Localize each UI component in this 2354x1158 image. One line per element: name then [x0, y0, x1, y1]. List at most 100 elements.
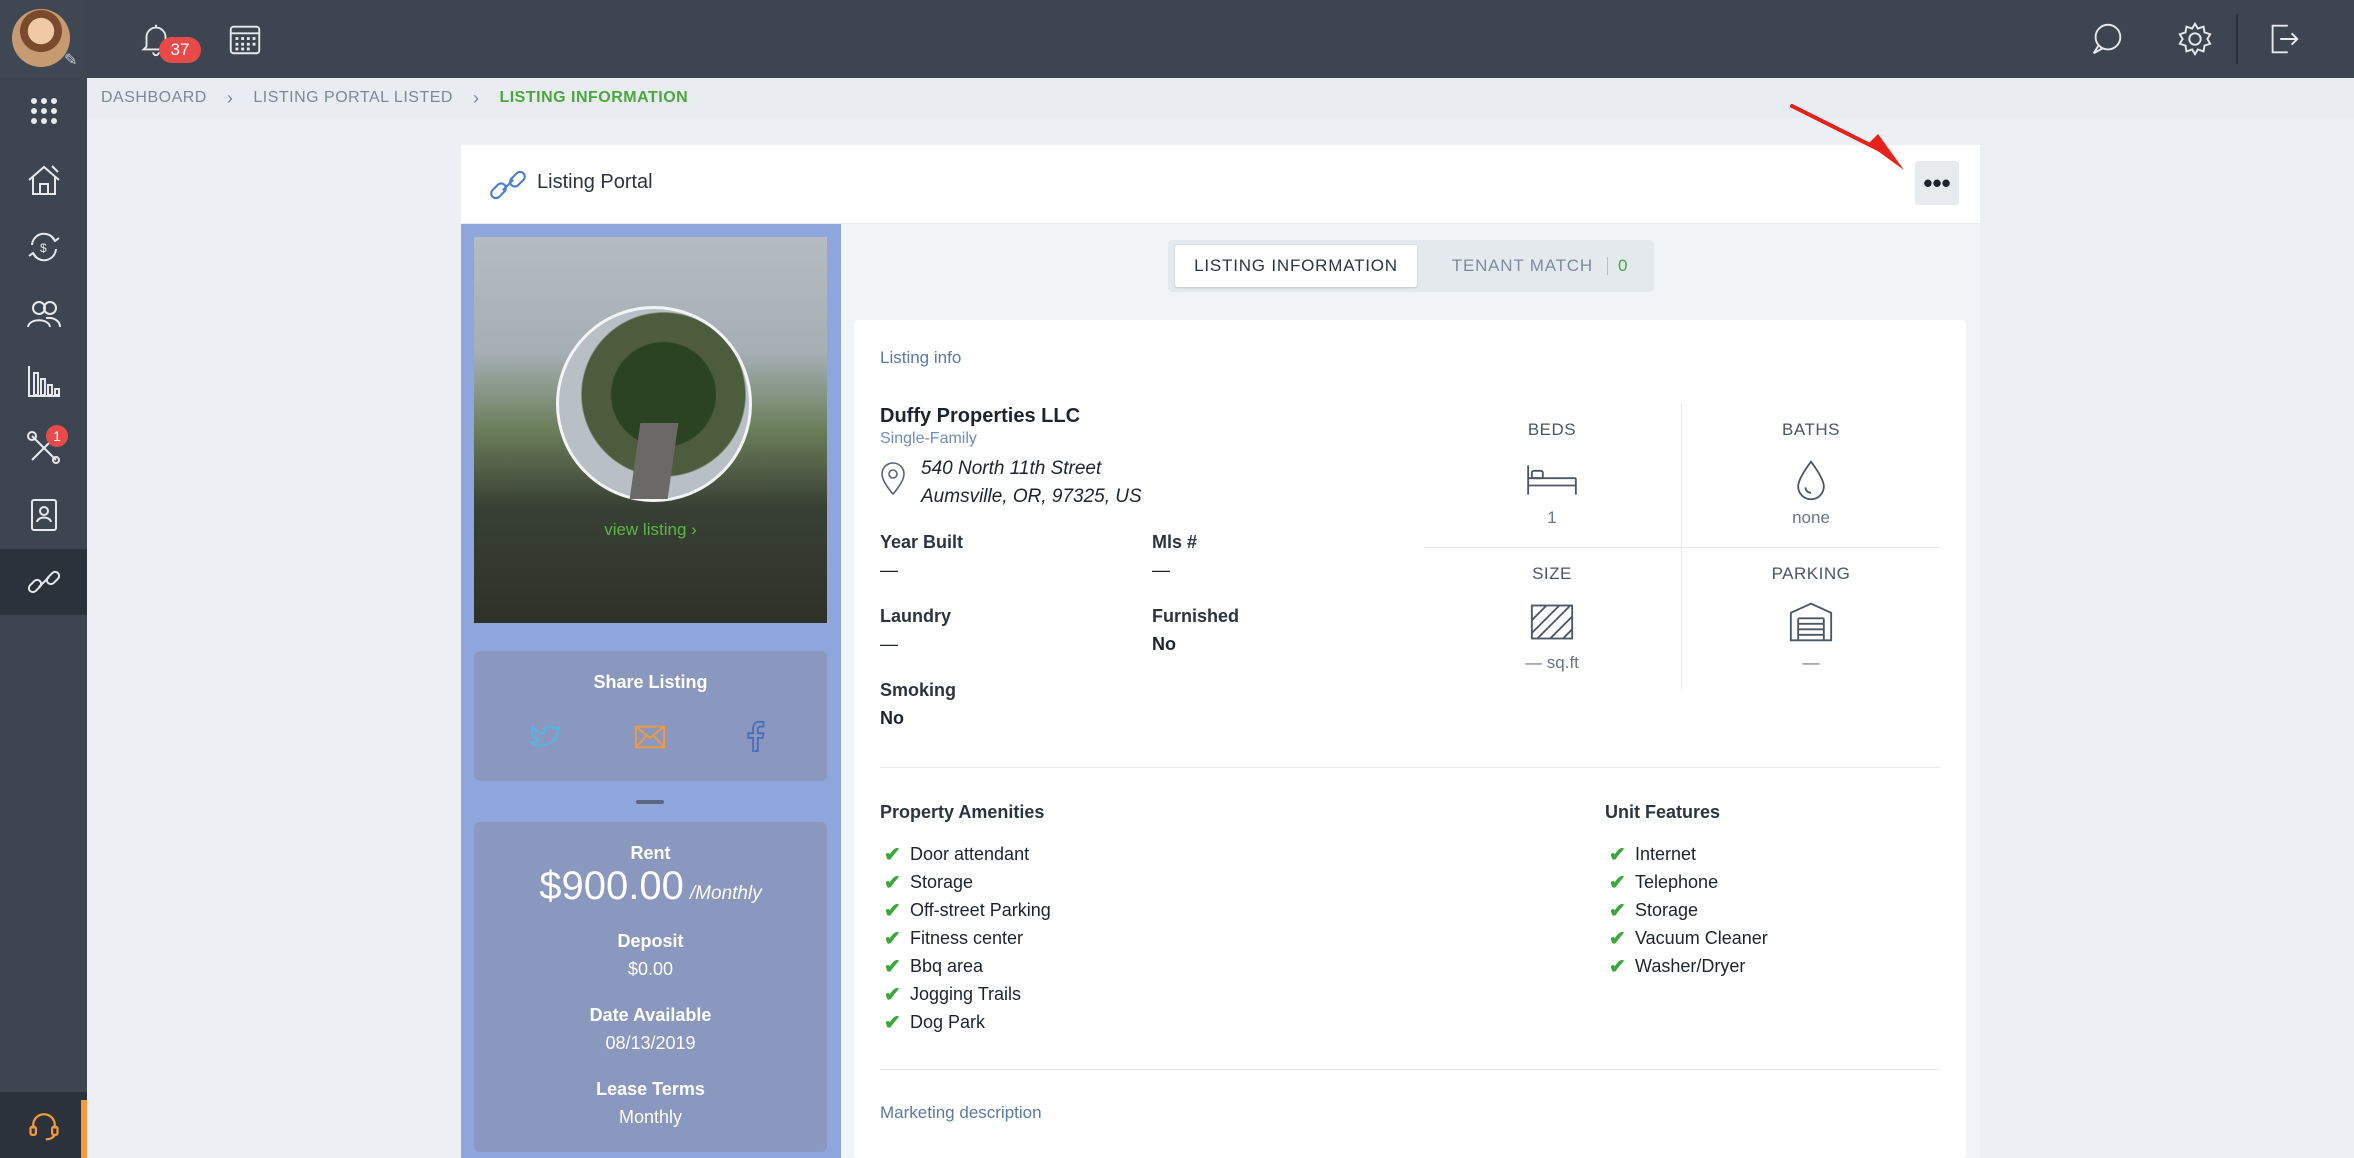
- breadcrumb-listing-portal-listed[interactable]: LISTING PORTAL LISTED: [253, 89, 453, 107]
- address-line-2: Aumsville, OR, 97325, US: [921, 486, 1142, 507]
- breadcrumb: DASHBOARD › LISTING PORTAL LISTED › LIST…: [87, 78, 2354, 118]
- mls-label: Mls #: [1152, 532, 1198, 552]
- feature-label: Storage: [1635, 899, 1699, 920]
- feature-label: Telephone: [1635, 871, 1719, 892]
- email-icon[interactable]: [632, 718, 668, 754]
- sidebar: ✎ $ 1: [0, 0, 87, 1158]
- card-title: Listing Portal: [537, 171, 653, 193]
- calendar-icon[interactable]: [223, 17, 267, 61]
- chat-icon[interactable]: [2085, 17, 2129, 61]
- tab-tenant-match-label: TENANT MATCH: [1451, 256, 1593, 275]
- feature-label: Vacuum Cleaner: [1635, 927, 1768, 948]
- mls-value: —: [1152, 560, 1170, 580]
- furnished-value: No: [1152, 634, 1176, 654]
- svg-text:$: $: [40, 241, 47, 255]
- list-item: ✔ Storage: [884, 868, 1051, 896]
- checkmark-icon: ✔: [884, 955, 901, 978]
- amenity-label: Jogging Trails: [910, 983, 1022, 1004]
- reports-icon[interactable]: [0, 348, 87, 414]
- divider: [880, 1069, 1940, 1070]
- area-size-icon: [1522, 598, 1582, 646]
- divider: [2236, 14, 2238, 64]
- list-item: ✔ Telephone: [1609, 868, 1768, 896]
- rent-period: /Monthly: [689, 883, 762, 904]
- rent-amount: $900.00: [539, 864, 684, 908]
- location-pin-icon: [880, 462, 906, 496]
- properties-icon[interactable]: [0, 147, 87, 213]
- checkmark-icon: ✔: [884, 1011, 901, 1034]
- more-options-button[interactable]: •••: [1915, 161, 1959, 205]
- list-item: ✔ Internet: [1609, 840, 1768, 868]
- apps-grid-icon[interactable]: [0, 78, 87, 144]
- address-line-1: 540 North 11th Street: [921, 458, 1102, 479]
- feature-label: Washer/Dryer: [1635, 955, 1746, 976]
- documents-icon[interactable]: [0, 482, 87, 548]
- divider: [880, 767, 1940, 768]
- chevron-right-icon: ›: [472, 87, 480, 108]
- property-amenities-list: ✔ Door attendant ✔ Storage ✔ Off-street Par…: [884, 840, 1051, 1036]
- user-menu[interactable]: ✎: [0, 0, 87, 78]
- list-item: ✔ Fitness center: [884, 924, 1051, 952]
- checkmark-icon: ✔: [1609, 843, 1626, 866]
- amenity-label: Dog Park: [910, 1011, 986, 1032]
- lease-terms-label: Lease Terms: [596, 1079, 705, 1099]
- tenant-match-count: 0: [1617, 256, 1629, 275]
- feature-label: Internet: [1635, 843, 1697, 864]
- owner-name: Duffy Properties LLC: [880, 405, 1081, 427]
- date-available-value: 08/13/2019: [605, 1033, 696, 1053]
- share-listing-title: Share Listing: [593, 672, 708, 692]
- view-listing-link[interactable]: view listing ›: [474, 520, 827, 540]
- drag-handle[interactable]: [636, 800, 664, 804]
- avatar[interactable]: [12, 9, 70, 67]
- checkmark-icon: ✔: [884, 927, 901, 950]
- checkmark-icon: ✔: [884, 871, 901, 894]
- annotation-arrow: [1790, 104, 1904, 170]
- laundry-value: —: [880, 634, 898, 654]
- breadcrumb-dashboard[interactable]: DASHBOARD: [101, 89, 207, 107]
- twitter-icon[interactable]: [528, 718, 564, 754]
- maintenance-badge: 1: [46, 425, 68, 447]
- checkmark-icon: ✔: [1609, 871, 1626, 894]
- list-item: ✔ Off-street Parking: [884, 896, 1051, 924]
- divider: [1606, 257, 1608, 275]
- water-drop-icon: [1781, 456, 1841, 504]
- people-icon[interactable]: [0, 281, 87, 347]
- rent-label: Rent: [630, 843, 671, 863]
- amenity-label: Fitness center: [910, 927, 1024, 948]
- smoking-value: No: [880, 708, 904, 728]
- settings-gear-icon[interactable]: [2173, 17, 2217, 61]
- year-built-label: Year Built: [880, 532, 964, 552]
- marketing-description-heading: Marketing description: [880, 1103, 1042, 1122]
- logout-icon[interactable]: [2262, 17, 2306, 61]
- tab-listing-information[interactable]: LISTING INFORMATION: [1175, 245, 1417, 287]
- list-item: ✔ Storage: [1609, 896, 1768, 924]
- listing-photo[interactable]: [556, 306, 752, 502]
- deposit-value: $0.00: [627, 959, 674, 979]
- smoking-label: Smoking: [880, 680, 957, 700]
- support-headset-icon[interactable]: [0, 1092, 87, 1158]
- laundry-label: Laundry: [880, 606, 952, 626]
- share-listing-panel: [474, 651, 827, 781]
- lease-terms-value: Monthly: [618, 1107, 683, 1127]
- link-icon: [487, 164, 529, 206]
- parking-value: —: [1802, 653, 1820, 672]
- facebook-icon[interactable]: [737, 718, 773, 754]
- tab-tenant-match[interactable]: TENANT MATCH 0: [1430, 245, 1650, 287]
- baths-value: none: [1792, 508, 1830, 527]
- parking-label: PARKING: [1771, 564, 1851, 583]
- notifications-badge: 37: [159, 37, 201, 63]
- amenity-label: Off-street Parking: [910, 899, 1051, 920]
- size-value: — sq.ft: [1525, 653, 1579, 672]
- transactions-icon[interactable]: $: [0, 214, 87, 280]
- listing-portal-icon[interactable]: [0, 549, 87, 615]
- maintenance-icon[interactable]: 1: [0, 415, 87, 481]
- rent-amount-row: $900.00/Monthly: [474, 864, 827, 909]
- list-item: ✔ Bbq area: [884, 952, 1051, 980]
- property-type: Single-Family: [880, 430, 977, 447]
- garage-icon: [1781, 598, 1841, 646]
- amenity-label: Storage: [910, 871, 974, 892]
- beds-label: BEDS: [1527, 420, 1577, 439]
- top-bar: 37: [87, 0, 2354, 78]
- checkmark-icon: ✔: [1609, 955, 1626, 978]
- furnished-label: Furnished: [1152, 606, 1240, 626]
